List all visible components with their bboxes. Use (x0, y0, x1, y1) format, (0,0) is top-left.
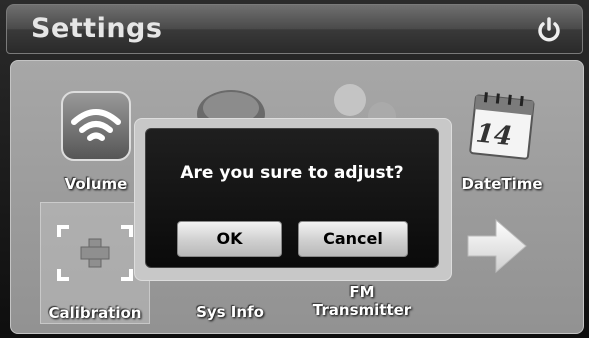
calendar-icon: 14 (469, 92, 535, 160)
title-bar: Settings (6, 4, 583, 54)
arrow-right-icon (467, 218, 527, 274)
confirm-dialog: Are you sure to adjust? OK Cancel (145, 128, 439, 268)
tile-label: Sys Info (196, 303, 264, 321)
tile-label: Volume (64, 175, 128, 193)
tile-label: DateTime (461, 175, 543, 193)
tile-datetime[interactable]: 14 DateTime (455, 86, 549, 196)
cancel-button[interactable]: Cancel (298, 221, 408, 257)
next-page-button[interactable] (462, 214, 532, 278)
page-title: Settings (31, 13, 163, 44)
tile-label-line2: Transmitter (312, 301, 412, 319)
crosshair-icon (57, 225, 133, 281)
ok-button[interactable]: OK (177, 221, 282, 257)
calendar-day: 14 (474, 119, 513, 153)
power-icon[interactable] (534, 15, 564, 45)
tile-volume[interactable]: Volume (46, 86, 146, 196)
wifi-volume-icon (61, 91, 131, 161)
dialog-message: Are you sure to adjust? (180, 163, 404, 183)
tile-label-line1: FM (349, 283, 375, 301)
app-frame: Settings Volume 14 DateTime Calibration … (0, 0, 589, 338)
tile-label: Calibration (48, 304, 142, 322)
